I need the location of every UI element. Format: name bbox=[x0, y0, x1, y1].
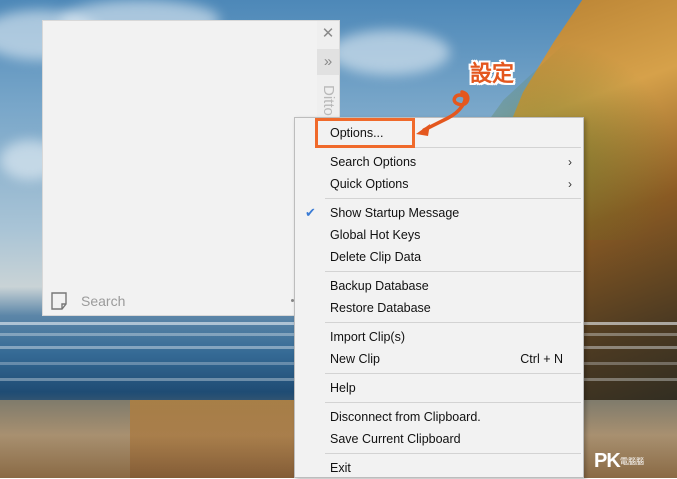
chevron-right-icon: › bbox=[568, 177, 572, 191]
menu-item-label: Quick Options bbox=[330, 177, 409, 191]
menu-item-label: Show Startup Message bbox=[330, 206, 460, 220]
menu-item-import-clips[interactable]: Import Clip(s) bbox=[295, 326, 583, 348]
menu-item-delete-clip-data[interactable]: Delete Clip Data bbox=[295, 246, 583, 268]
menu-item-label: Save Current Clipboard bbox=[330, 432, 461, 446]
menu-separator bbox=[325, 453, 581, 454]
menu-separator bbox=[325, 198, 581, 199]
menu-item-save-current-clipboard[interactable]: Save Current Clipboard bbox=[295, 428, 583, 450]
menu-item-restore-database[interactable]: Restore Database bbox=[295, 297, 583, 319]
annotation-label: 設定 bbox=[470, 61, 515, 86]
menu-item-quick-options[interactable]: Quick Options › bbox=[295, 173, 583, 195]
expand-icon[interactable]: » bbox=[317, 49, 339, 75]
context-menu: Options... Search Options › Quick Option… bbox=[294, 117, 584, 478]
menu-item-search-options[interactable]: Search Options › bbox=[295, 151, 583, 173]
menu-item-label: Disconnect from Clipboard. bbox=[330, 410, 481, 424]
menu-item-label: Help bbox=[330, 381, 356, 395]
menu-separator bbox=[325, 402, 581, 403]
checkmark-icon: ✔ bbox=[305, 205, 316, 220]
menu-separator bbox=[325, 322, 581, 323]
chevron-right-icon: › bbox=[568, 155, 572, 169]
search-input[interactable]: Search bbox=[81, 293, 125, 309]
menu-item-label: Exit bbox=[330, 461, 351, 475]
search-bar[interactable]: Search bbox=[51, 289, 301, 313]
window-title: Ditto bbox=[320, 85, 337, 116]
menu-item-help[interactable]: Help bbox=[295, 377, 583, 399]
close-icon[interactable]: ✕ bbox=[317, 23, 339, 45]
menu-item-global-hot-keys[interactable]: Global Hot Keys bbox=[295, 224, 583, 246]
menu-item-label: Import Clip(s) bbox=[330, 330, 406, 344]
menu-item-backup-database[interactable]: Backup Database bbox=[295, 275, 583, 297]
note-icon bbox=[51, 292, 67, 310]
highlight-box bbox=[315, 118, 415, 148]
menu-item-exit[interactable]: Exit bbox=[295, 457, 583, 479]
menu-item-label: Restore Database bbox=[330, 301, 431, 315]
annotation-arrow-icon bbox=[416, 90, 470, 136]
watermark-subtext: 電腦腦 bbox=[620, 457, 644, 466]
watermark-logo: PK bbox=[594, 450, 621, 472]
menu-item-label: New Clip bbox=[330, 352, 381, 366]
menu-item-shortcut: Ctrl + N bbox=[520, 352, 563, 366]
menu-item-show-startup-message[interactable]: ✔ Show Startup Message bbox=[295, 202, 583, 224]
menu-item-disconnect[interactable]: Disconnect from Clipboard. bbox=[295, 406, 583, 428]
menu-item-label: Global Hot Keys bbox=[330, 228, 421, 242]
menu-item-label: Backup Database bbox=[330, 279, 429, 293]
menu-item-new-clip[interactable]: New Clip Ctrl + N bbox=[295, 348, 583, 370]
menu-separator bbox=[325, 373, 581, 374]
menu-item-label: Delete Clip Data bbox=[330, 250, 422, 264]
menu-item-label: Search Options bbox=[330, 155, 417, 169]
menu-separator bbox=[325, 271, 581, 272]
